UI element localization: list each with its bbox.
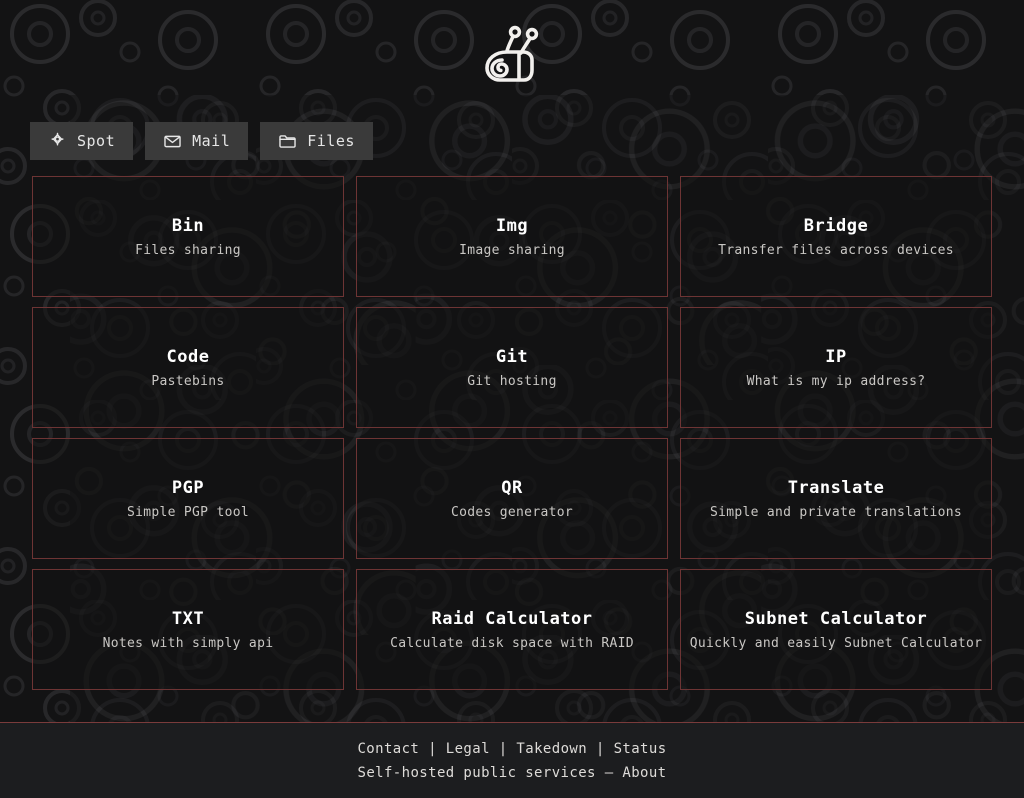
page-root: Spot Mail Files Bin Files sharing Img Im… [0, 0, 1024, 798]
card-title: Bin [171, 215, 205, 236]
service-card-subnet-calculator[interactable]: Subnet Calculator Quickly and easily Sub… [680, 569, 992, 690]
card-title: Subnet Calculator [744, 608, 928, 629]
nav-button-files-label: Files [307, 132, 355, 150]
nav-button-spot[interactable]: Spot [30, 122, 134, 160]
card-title: PGP [171, 477, 205, 498]
nav-button-files[interactable]: Files [260, 122, 373, 160]
service-card-img[interactable]: Img Image sharing [356, 176, 668, 297]
card-description: Transfer files across devices [718, 242, 954, 258]
site-header [0, 0, 1024, 112]
service-card-git[interactable]: Git Git hosting [356, 307, 668, 428]
card-title: Git [495, 346, 529, 367]
service-card-qr[interactable]: QR Codes generator [356, 438, 668, 559]
nav-button-spot-label: Spot [77, 132, 116, 150]
top-nav: Spot Mail Files [0, 112, 1024, 170]
card-title: Img [495, 215, 529, 236]
service-card-txt[interactable]: TXT Notes with simply api [32, 569, 344, 690]
card-title: QR [501, 477, 523, 498]
service-card-raid-calculator[interactable]: Raid Calculator Calculate disk space wit… [356, 569, 668, 690]
site-footer: Contact | Legal | Takedown | Status Self… [0, 722, 1024, 798]
card-title: Bridge [803, 215, 869, 236]
footer-tagline: Self-hosted public services — [357, 764, 623, 781]
card-description: Git hosting [467, 373, 557, 389]
footer-separator: | [587, 740, 614, 757]
card-description: Simple and private translations [710, 504, 962, 520]
card-description: Calculate disk space with RAID [390, 635, 634, 651]
service-card-code[interactable]: Code Pastebins [32, 307, 344, 428]
nav-button-mail[interactable]: Mail [145, 122, 249, 160]
snail-icon [479, 25, 545, 87]
card-title: TXT [171, 608, 205, 629]
card-title: Raid Calculator [431, 608, 593, 629]
service-card-bin[interactable]: Bin Files sharing [32, 176, 344, 297]
footer-tagline-row: Self-hosted public services — About [357, 765, 666, 781]
footer-separator: | [489, 740, 517, 757]
folder-icon [278, 132, 297, 151]
card-description: Simple PGP tool [127, 504, 249, 520]
card-title: IP [825, 346, 847, 367]
footer-link-contact[interactable]: Contact [357, 741, 419, 757]
service-card-pgp[interactable]: PGP Simple PGP tool [32, 438, 344, 559]
card-description: Pastebins [151, 373, 225, 389]
service-card-translate[interactable]: Translate Simple and private translation… [680, 438, 992, 559]
footer-separator: | [419, 740, 446, 757]
card-description: What is my ip address? [746, 373, 926, 389]
card-title: Code [166, 346, 210, 367]
card-description: Notes with simply api [102, 635, 274, 651]
card-title: Translate [787, 477, 885, 498]
card-description: Codes generator [451, 504, 573, 520]
card-description: Files sharing [135, 242, 241, 258]
crosshair-icon [48, 132, 67, 151]
footer-links-row: Contact | Legal | Takedown | Status [357, 741, 666, 757]
service-card-bridge[interactable]: Bridge Transfer files across devices [680, 176, 992, 297]
card-description: Quickly and easily Subnet Calculator [689, 635, 983, 651]
nav-button-mail-label: Mail [192, 132, 231, 150]
footer-link-status[interactable]: Status [614, 741, 667, 757]
footer-link-about[interactable]: About [622, 765, 666, 781]
footer-link-legal[interactable]: Legal [446, 741, 490, 757]
service-card-grid: Bin Files sharing Img Image sharing Brid… [0, 176, 1024, 690]
footer-link-takedown[interactable]: Takedown [516, 741, 587, 757]
card-description: Image sharing [459, 242, 565, 258]
envelope-icon [163, 132, 182, 151]
service-card-ip[interactable]: IP What is my ip address? [680, 307, 992, 428]
